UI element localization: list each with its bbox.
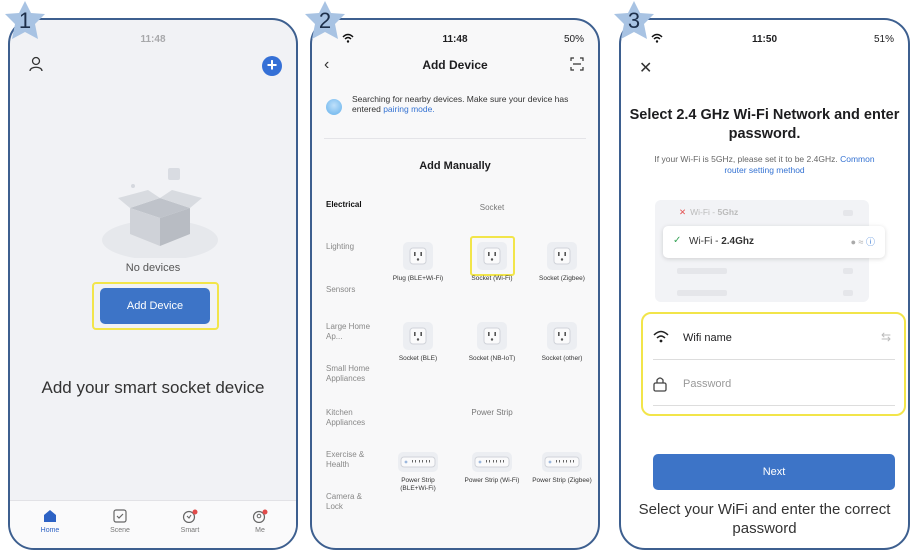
category-item[interactable]: Electrical	[326, 200, 362, 210]
battery-level: 51%	[873, 34, 894, 45]
lock-wifi-info-icons: ● ≈ ⓘ	[850, 237, 875, 247]
scene-icon	[113, 509, 127, 523]
category-item[interactable]: Small Home Appliances	[326, 364, 382, 384]
category-item[interactable]: Lighting	[326, 242, 354, 252]
socket-icon	[477, 242, 507, 270]
device-socket-other[interactable]: Socket (other)	[532, 322, 592, 363]
password-field[interactable]: Password	[653, 362, 895, 406]
device-socket-zigbee[interactable]: Socket (Zigbee)	[532, 242, 592, 283]
battery-level: 50%	[563, 34, 584, 45]
socket-icon	[403, 242, 433, 270]
socket-icon	[477, 322, 507, 350]
page-subtitle: If your Wi-Fi is 5GHz, please set it to …	[654, 154, 875, 175]
smart-icon	[182, 509, 198, 523]
device-socket-ble[interactable]: Socket (BLE)	[388, 322, 448, 363]
step-badge-3: 3	[611, 0, 657, 42]
tab-home[interactable]: Home	[22, 509, 78, 534]
socket-icon	[547, 322, 577, 350]
device-socket-wifi[interactable]: Socket (Wi-Fi)	[462, 242, 522, 283]
scan-icon[interactable]	[570, 57, 584, 76]
category-item[interactable]: Exercise & Health	[326, 450, 372, 470]
category-item[interactable]: Sensors	[326, 285, 355, 295]
add-device-button[interactable]: Add Device	[100, 288, 210, 324]
pairing-mode-link[interactable]: pairing mode.	[383, 104, 435, 114]
section-title: Add Manually	[419, 160, 491, 172]
empty-state-label: No devices	[125, 262, 181, 274]
cross-icon: ✕	[679, 207, 687, 217]
tab-me[interactable]: Me	[232, 509, 288, 534]
wifi-5g-row: ✕ Wi-Fi - 5Ghz	[679, 207, 739, 217]
switch-network-icon[interactable]: ⇆	[881, 330, 891, 344]
device-power-strip-ble-wifi[interactable]: Power Strip (BLE+Wi-Fi)	[388, 452, 448, 493]
page-title: Select 2.4 GHz Wi-Fi Network and enter p…	[629, 107, 900, 142]
device-power-strip-zigbee[interactable]: Power Strip (Zigbee)	[532, 452, 592, 485]
step-caption: Select your WiFi and enter the correct p…	[638, 501, 891, 537]
category-item[interactable]: Camera & Lock	[326, 492, 368, 512]
tab-smart[interactable]: Smart	[162, 509, 218, 534]
device-power-strip-wifi[interactable]: Power Strip (Wi-Fi)	[462, 452, 522, 485]
lock-icon	[653, 377, 667, 392]
info-icon: ⓘ	[865, 237, 875, 247]
next-button[interactable]: Next	[653, 454, 895, 490]
wifi-name-field[interactable]: Wifi name ⇆	[653, 316, 895, 360]
wifi-24g-row: ✓ Wi-Fi - 2.4Ghz ● ≈ ⓘ	[663, 226, 885, 258]
close-icon[interactable]: ✕	[639, 58, 652, 78]
device-socket-nb-iot[interactable]: Socket (NB-IoT)	[462, 322, 522, 363]
empty-box-illustration	[100, 168, 220, 263]
status-bar: 11:48	[140, 34, 166, 45]
category-item[interactable]: Large Home Ap...	[326, 322, 374, 342]
section-power-strip: Power Strip	[471, 408, 513, 417]
socket-icon	[403, 322, 433, 350]
add-icon[interactable]: +	[262, 56, 282, 76]
power-strip-icon	[542, 452, 582, 472]
status-bar: 11:50 51%	[621, 33, 908, 50]
radar-icon	[326, 99, 342, 115]
tab-scene[interactable]: Scene	[92, 509, 148, 534]
status-bar: 11:48 50%	[312, 33, 598, 50]
step-badge-2: 2	[302, 0, 348, 42]
page-title: Add Device	[422, 58, 488, 72]
tab-bar: Home Scene Smart Me	[10, 500, 296, 548]
power-strip-icon	[472, 452, 512, 472]
device-plug-ble-wifi[interactable]: Plug (BLE+Wi-Fi)	[388, 242, 448, 283]
home-icon	[44, 510, 56, 522]
searching-notice: Searching for nearby devices. Make sure …	[326, 91, 588, 125]
step-caption: Add your smart socket device	[41, 378, 265, 397]
phone-screen-add-device: 11:48 50% ‹ Add Device Searching for nea…	[310, 18, 600, 550]
socket-icon	[547, 242, 577, 270]
step-badge-1: 1	[2, 0, 48, 42]
power-strip-icon	[398, 452, 438, 472]
phone-screen-wifi-setup: 11:50 51% ✕ Select 2.4 GHz Wi-Fi Network…	[619, 18, 910, 550]
section-socket: Socket	[479, 203, 505, 212]
category-item[interactable]: Kitchen Appliances	[326, 408, 380, 428]
me-icon	[252, 509, 268, 523]
wifi-icon	[653, 330, 669, 343]
user-icon[interactable]	[28, 56, 44, 77]
divider	[324, 138, 586, 139]
phone-screen-home: 11:48 + No devices Add Device Add your s…	[8, 18, 298, 550]
check-icon: ✓	[673, 235, 682, 246]
